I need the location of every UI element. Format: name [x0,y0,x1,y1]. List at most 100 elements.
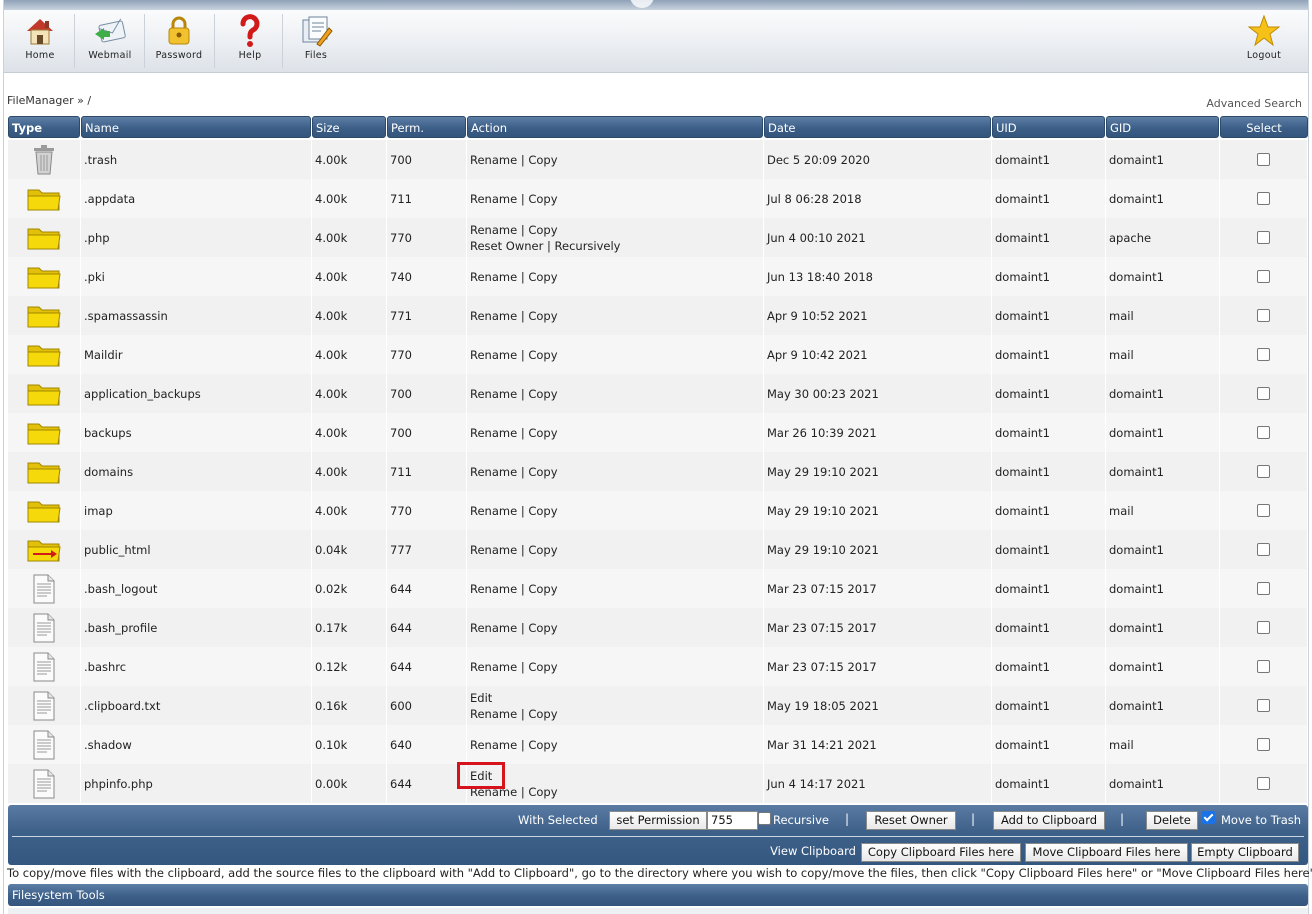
file-permission[interactable]: 711 [387,452,467,491]
file-permission[interactable]: 644 [387,647,467,686]
file-icon[interactable] [8,686,81,725]
edit-link[interactable]: Edit [470,691,492,705]
reset-owner-link[interactable]: Reset Owner [470,239,543,253]
rename-link[interactable]: Rename [470,270,517,284]
select-checkbox[interactable] [1257,777,1270,790]
file-icon[interactable] [8,764,81,803]
copy-link[interactable]: Copy [528,309,557,323]
select-checkbox[interactable] [1257,504,1270,517]
file-name[interactable]: .php [81,218,312,257]
header-gid[interactable]: GID [1106,116,1219,138]
copy-clipboard-files-button[interactable]: Copy Clipboard Files here [861,843,1021,862]
file-permission[interactable]: 770 [387,491,467,530]
copy-link[interactable]: Copy [528,192,557,206]
file-permission[interactable]: 777 [387,530,467,569]
file-permission[interactable]: 640 [387,725,467,764]
toolbar-files[interactable]: Files [296,12,336,70]
folder-icon[interactable] [8,335,81,374]
recursive-checkbox[interactable] [758,812,771,825]
rename-link[interactable]: Rename [470,621,517,635]
rename-link[interactable]: Rename [470,660,517,674]
file-name[interactable]: domains [81,452,312,491]
copy-link[interactable]: Copy [528,738,557,752]
delete-button[interactable]: Delete [1146,811,1198,830]
header-name[interactable]: Name [81,116,311,138]
move-clipboard-files-button[interactable]: Move Clipboard Files here [1025,843,1188,862]
folder-icon[interactable] [8,413,81,452]
folder-link-icon[interactable] [8,530,81,569]
file-permission[interactable]: 771 [387,296,467,335]
rename-link[interactable]: Rename [470,707,517,721]
select-checkbox[interactable] [1257,387,1270,400]
toolbar-webmail[interactable]: Webmail [86,12,134,70]
copy-link[interactable]: Copy [528,348,557,362]
file-name[interactable]: .bash_logout [81,569,312,608]
copy-link[interactable]: Copy [528,270,557,284]
rename-link[interactable]: Rename [470,543,517,557]
file-icon[interactable] [8,647,81,686]
folder-icon[interactable] [8,179,81,218]
file-name[interactable]: .appdata [81,179,312,218]
select-checkbox[interactable] [1257,192,1270,205]
advanced-search-link[interactable]: Advanced Search [1206,97,1302,110]
rename-link[interactable]: Rename [470,465,517,479]
rename-link[interactable]: Rename [470,223,517,237]
file-permission[interactable]: 770 [387,218,467,257]
file-name[interactable]: backups [81,413,312,452]
header-perm[interactable]: Perm. [387,116,466,138]
file-icon[interactable] [8,725,81,764]
select-checkbox[interactable] [1257,426,1270,439]
select-checkbox[interactable] [1257,543,1270,556]
select-checkbox[interactable] [1257,660,1270,673]
recursively-link[interactable]: Recursively [555,239,621,253]
copy-link[interactable]: Copy [528,785,557,799]
rename-link[interactable]: Rename [470,582,517,596]
copy-link[interactable]: Copy [528,707,557,721]
rename-link[interactable]: Rename [470,192,517,206]
copy-link[interactable]: Copy [528,504,557,518]
file-icon[interactable] [8,569,81,608]
folder-icon[interactable] [8,296,81,335]
file-name[interactable]: public_html [81,530,312,569]
file-name[interactable]: .clipboard.txt [81,686,312,725]
select-checkbox[interactable] [1257,465,1270,478]
file-permission[interactable]: 711 [387,179,467,218]
trash-icon[interactable] [8,140,81,179]
copy-link[interactable]: Copy [528,223,557,237]
toolbar-home[interactable]: Home [20,12,60,70]
rename-link[interactable]: Rename [470,387,517,401]
select-checkbox[interactable] [1257,231,1270,244]
copy-link[interactable]: Copy [528,465,557,479]
file-name[interactable]: application_backups [81,374,312,413]
file-icon[interactable] [8,608,81,647]
copy-link[interactable]: Copy [528,543,557,557]
copy-link[interactable]: Copy [528,426,557,440]
file-permission[interactable]: 644 [387,764,467,803]
folder-icon[interactable] [8,257,81,296]
select-checkbox[interactable] [1257,309,1270,322]
rename-link[interactable]: Rename [470,153,517,167]
file-name[interactable]: .pki [81,257,312,296]
folder-icon[interactable] [8,218,81,257]
set-permission-button[interactable]: set Permission [609,811,707,830]
file-name[interactable]: .shadow [81,725,312,764]
filesystem-tools-header[interactable]: Filesystem Tools [8,884,1308,906]
file-permission[interactable]: 700 [387,140,467,179]
file-name[interactable]: Maildir [81,335,312,374]
folder-icon[interactable] [8,374,81,413]
select-checkbox[interactable] [1257,348,1270,361]
file-name[interactable]: .bash_profile [81,608,312,647]
select-checkbox[interactable] [1257,621,1270,634]
rename-link[interactable]: Rename [470,504,517,518]
rename-link[interactable]: Rename [470,348,517,362]
file-permission[interactable]: 770 [387,335,467,374]
rename-link[interactable]: Rename [470,426,517,440]
file-permission[interactable]: 644 [387,608,467,647]
file-permission[interactable]: 700 [387,413,467,452]
reset-owner-button[interactable]: Reset Owner [866,811,956,830]
file-permission[interactable]: 740 [387,257,467,296]
folder-icon[interactable] [8,452,81,491]
select-checkbox[interactable] [1257,738,1270,751]
copy-link[interactable]: Copy [528,621,557,635]
copy-link[interactable]: Copy [528,153,557,167]
